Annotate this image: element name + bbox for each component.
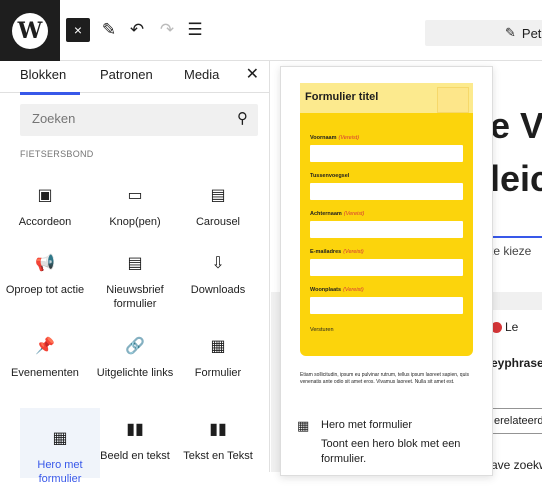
- pen-tool-icon[interactable]: ✎: [99, 18, 119, 42]
- editor-toolbar: W × ✎ ↶ ↷ ☰ ✎ Petitie: [0, 0, 542, 61]
- block-newsletter-form[interactable]: ▤ Nieuwsbrief formulier: [95, 253, 175, 311]
- form-grid-icon: ▦: [210, 338, 226, 355]
- preview-input: [310, 259, 463, 276]
- preview-block-description: Toont een hero blok met een formulier.: [321, 438, 461, 465]
- preview-input: [310, 221, 463, 238]
- document-edit-icon: ✎: [505, 25, 516, 40]
- redo-icon[interactable]: ↷: [157, 18, 177, 42]
- search-icon[interactable]: ⚲: [237, 109, 248, 127]
- document-overview-icon[interactable]: ☰: [185, 18, 205, 42]
- focus-indicator: [490, 236, 542, 238]
- related-keyphrase-field[interactable]: erelateerde: [491, 408, 542, 434]
- undo-icon[interactable]: ↶: [127, 18, 147, 42]
- post-title-fragment[interactable]: e V: [490, 105, 542, 147]
- wordpress-logo-icon[interactable]: W: [0, 0, 60, 61]
- download-icon: ⇩: [211, 255, 225, 272]
- block-carousel[interactable]: ▤ Carousel: [178, 185, 258, 229]
- close-icon[interactable]: ✕: [246, 64, 259, 84]
- block-accordeon[interactable]: ▣ Accordeon: [5, 185, 85, 229]
- button-icon: ▭: [127, 187, 143, 204]
- document-title: Petitie: [521, 25, 542, 41]
- preview-field-tussenvoegsel: Tussenvoegsel: [310, 173, 463, 200]
- block-button[interactable]: ▭ Knop(pen): [95, 185, 175, 229]
- columns-icon: ▮▮: [209, 421, 227, 438]
- block-image-and-text[interactable]: ▮▮ Beeld en tekst: [95, 419, 175, 463]
- keyphrase-hint: ave zoekw: [491, 458, 542, 472]
- tab-patterns[interactable]: Patronen: [100, 67, 153, 82]
- seo-panel: Le eyphrase erelateerde ave zoekw: [491, 310, 542, 472]
- inserter-tabs: Blokken Patronen Media ✕: [0, 61, 269, 95]
- carousel-icon: ▤: [210, 187, 226, 204]
- block-events[interactable]: 📌 Evenementen: [5, 336, 85, 380]
- block-hero-with-form[interactable]: ▦ Hero met formulier: [20, 408, 100, 485]
- seo-tab[interactable]: Le: [491, 320, 518, 334]
- form-grid-icon: ▦: [52, 430, 68, 447]
- preview-input: [310, 145, 463, 162]
- document-title-bar[interactable]: ✎ Petitie: [425, 20, 542, 46]
- post-title-fragment-2[interactable]: leic: [490, 158, 542, 200]
- preview-field-woonplaats: Woonplaats (Vereist): [310, 287, 463, 314]
- form-grid-icon: ▦: [297, 418, 310, 433]
- block-inserter-panel: Blokken Patronen Media ✕ ⚲ FIETSERSBOND …: [0, 61, 270, 485]
- preview-form: Voornaam (Vereist) Tussenvoegsel Achterna…: [300, 113, 473, 356]
- block-preview-popover: Formulier titel Voornaam (Vereist) Tussen…: [280, 66, 493, 476]
- preview-input: [310, 297, 463, 314]
- pin-icon: 📌: [35, 338, 55, 355]
- category-heading: FIETSERSBOND: [20, 149, 94, 159]
- tab-media[interactable]: Media: [184, 67, 219, 82]
- preview-field-voornaam: Voornaam (Vereist): [310, 135, 463, 162]
- search-input[interactable]: [32, 111, 222, 126]
- preview-submit: Versturen: [310, 327, 334, 333]
- preview-form-header: Formulier titel: [300, 83, 473, 113]
- preview-field-email: E-mailadres (Vereist): [310, 249, 463, 276]
- accordion-icon: ▣: [37, 187, 53, 204]
- close-inserter-button[interactable]: ×: [66, 18, 90, 42]
- block-text-and-text[interactable]: ▮▮ Tekst en Tekst: [178, 419, 258, 463]
- block-form[interactable]: ▦ Formulier: [178, 336, 258, 380]
- megaphone-icon: 📢: [35, 255, 55, 272]
- preview-input: [310, 183, 463, 200]
- canvas-subtitle: te kieze: [490, 244, 532, 258]
- newsletter-icon: ▤: [127, 255, 143, 272]
- block-featured-links[interactable]: 🔗 Uitgelichte links: [95, 336, 175, 380]
- preview-decorative-tile: [437, 87, 469, 113]
- tab-blocks[interactable]: Blokken: [20, 67, 81, 95]
- preview-field-achternaam: Achternaam (Vereist): [310, 211, 463, 238]
- keyphrase-label: eyphrase: [491, 356, 542, 370]
- block-downloads[interactable]: ⇩ Downloads: [178, 253, 258, 297]
- preview-block-title: Hero met formulier: [321, 419, 413, 431]
- preview-body-text: Etiam sollicitudin, ipsum eu pulvinar ru…: [300, 372, 469, 385]
- columns-icon: ▮▮: [126, 421, 144, 438]
- search-box: ⚲: [20, 104, 258, 136]
- block-call-to-action[interactable]: 📢 Oproep tot actie: [5, 253, 85, 297]
- link-icon: 🔗: [125, 338, 145, 355]
- preview-form-title: Formulier titel: [305, 91, 379, 103]
